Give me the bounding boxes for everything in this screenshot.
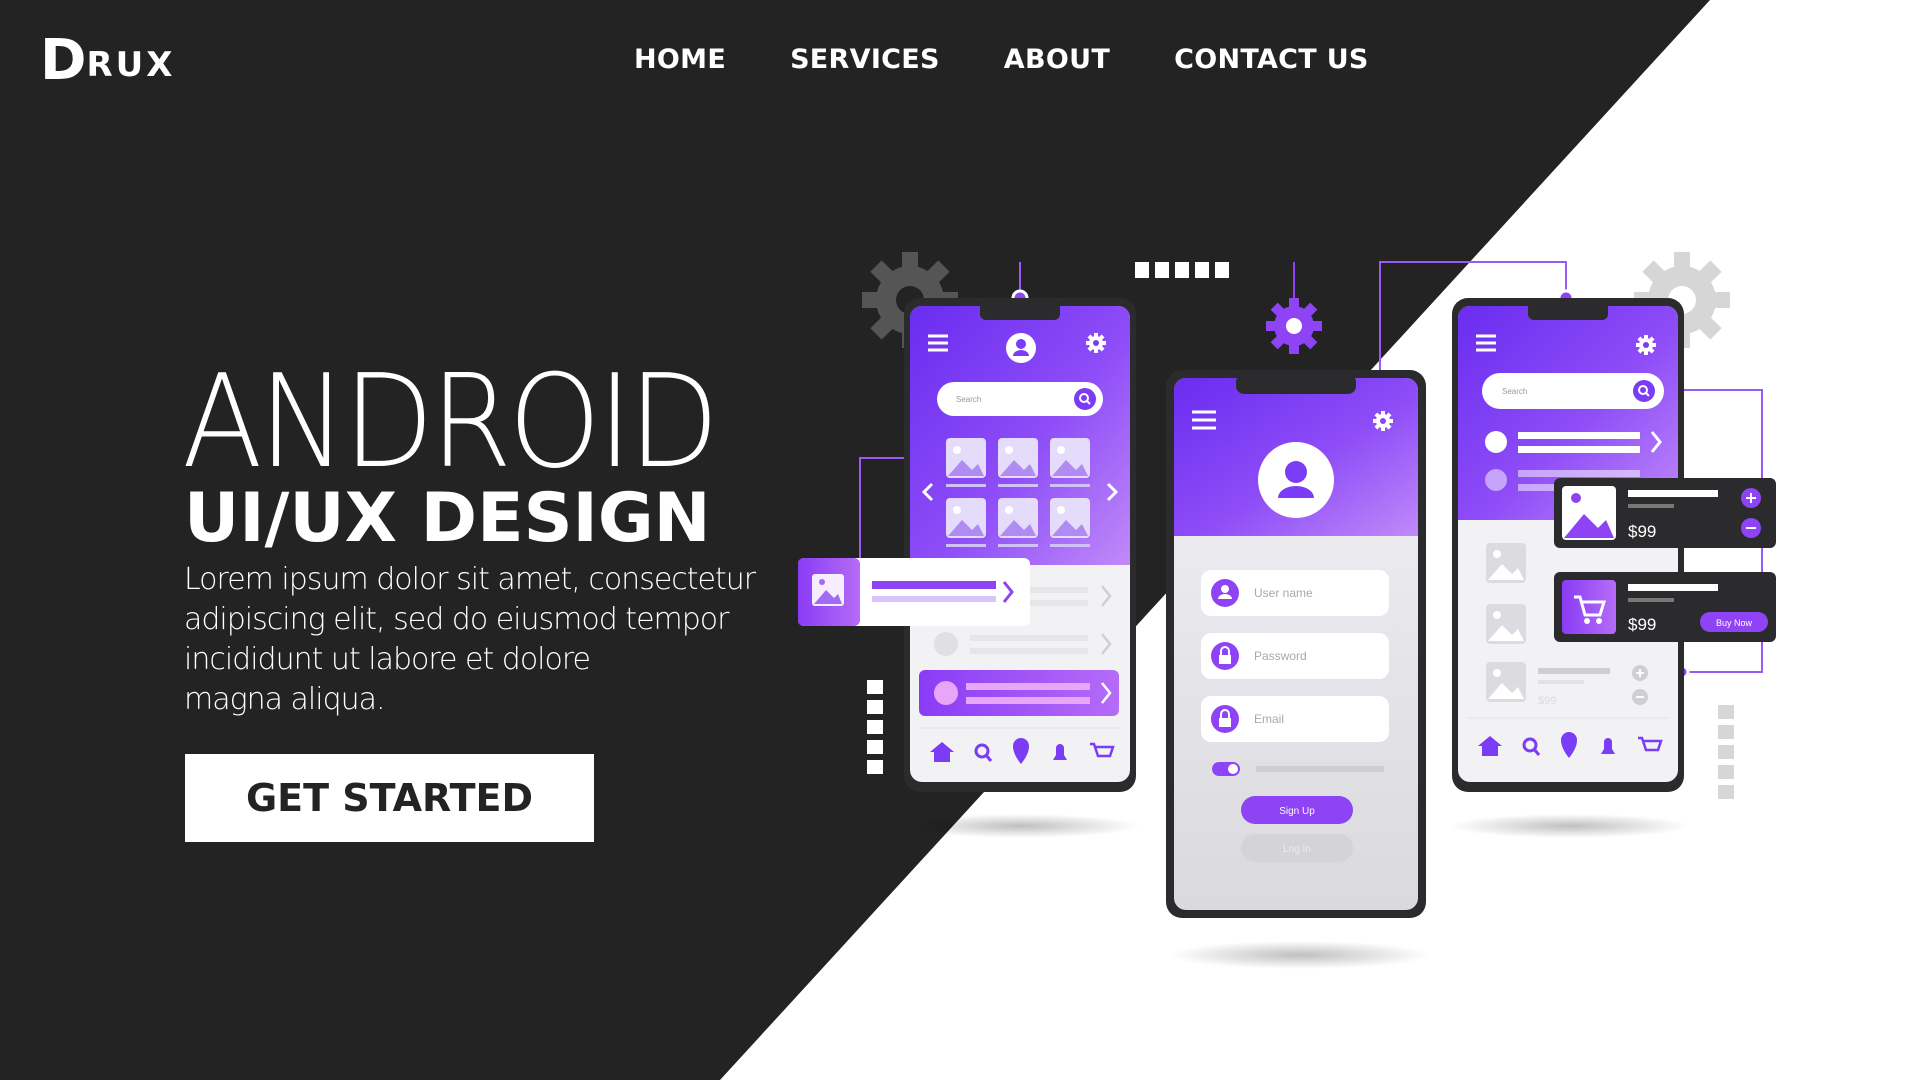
search-input[interactable]: Search [937,382,1103,416]
avatar [1258,442,1334,518]
dot-pattern [1718,705,1734,799]
user-icon[interactable] [1006,333,1036,363]
image-icon[interactable] [946,498,986,538]
search-placeholder: Search [1502,387,1527,396]
gear-icon[interactable] [1086,333,1106,353]
image-icon[interactable] [1050,498,1090,538]
image-icon [1562,486,1616,540]
image-icon[interactable] [946,438,986,478]
password-field[interactable]: Password [1201,633,1389,679]
phone-middle: User name Password Email Sign Up Log In [1166,370,1426,918]
username-field[interactable]: User name [1201,570,1389,616]
search-input[interactable]: Search [1482,373,1664,409]
image-icon[interactable] [1486,543,1526,583]
login-label: Log In [1283,844,1311,855]
image-icon[interactable] [1050,438,1090,478]
signup-label: Sign Up [1279,806,1315,817]
product-card[interactable]: $99 Buy Now [1554,572,1776,642]
signup-button[interactable]: Sign Up [1241,796,1353,824]
gear-icon[interactable] [1636,335,1656,355]
search-placeholder: Search [956,395,981,404]
plus-icon[interactable] [1741,488,1761,508]
minus-icon[interactable] [1741,518,1761,538]
email-field[interactable]: Email [1201,696,1389,742]
phone-shadow [1170,941,1430,969]
password-placeholder: Password [1254,649,1307,663]
phone-left: Search [904,298,1136,792]
product-card[interactable]: $99 [1554,478,1776,548]
buy-now-label: Buy Now [1716,618,1753,628]
list-price: $99 [1538,695,1556,707]
login-button[interactable]: Log In [1241,834,1353,862]
buy-now-button[interactable]: Buy Now [1700,612,1768,632]
card2-price: $99 [1628,615,1656,634]
image-icon[interactable] [998,498,1038,538]
card1-price: $99 [1628,522,1656,541]
gear-icon[interactable] [1373,411,1393,431]
image-icon[interactable] [998,438,1038,478]
list-item-selected[interactable] [919,670,1119,716]
floating-image-card[interactable] [798,558,1030,626]
image-icon [812,574,844,606]
phone-shadow [900,814,1140,838]
plus-icon[interactable] [1632,665,1648,681]
app-mockup-illustration: Search User name Password Email Sign Up … [798,252,1776,969]
phone-shadow [1450,814,1690,838]
image-icon[interactable] [1486,604,1526,644]
email-placeholder: Email [1254,712,1284,726]
username-placeholder: User name [1254,586,1313,600]
gear-icon [1266,298,1322,354]
minus-icon[interactable] [1632,689,1648,705]
